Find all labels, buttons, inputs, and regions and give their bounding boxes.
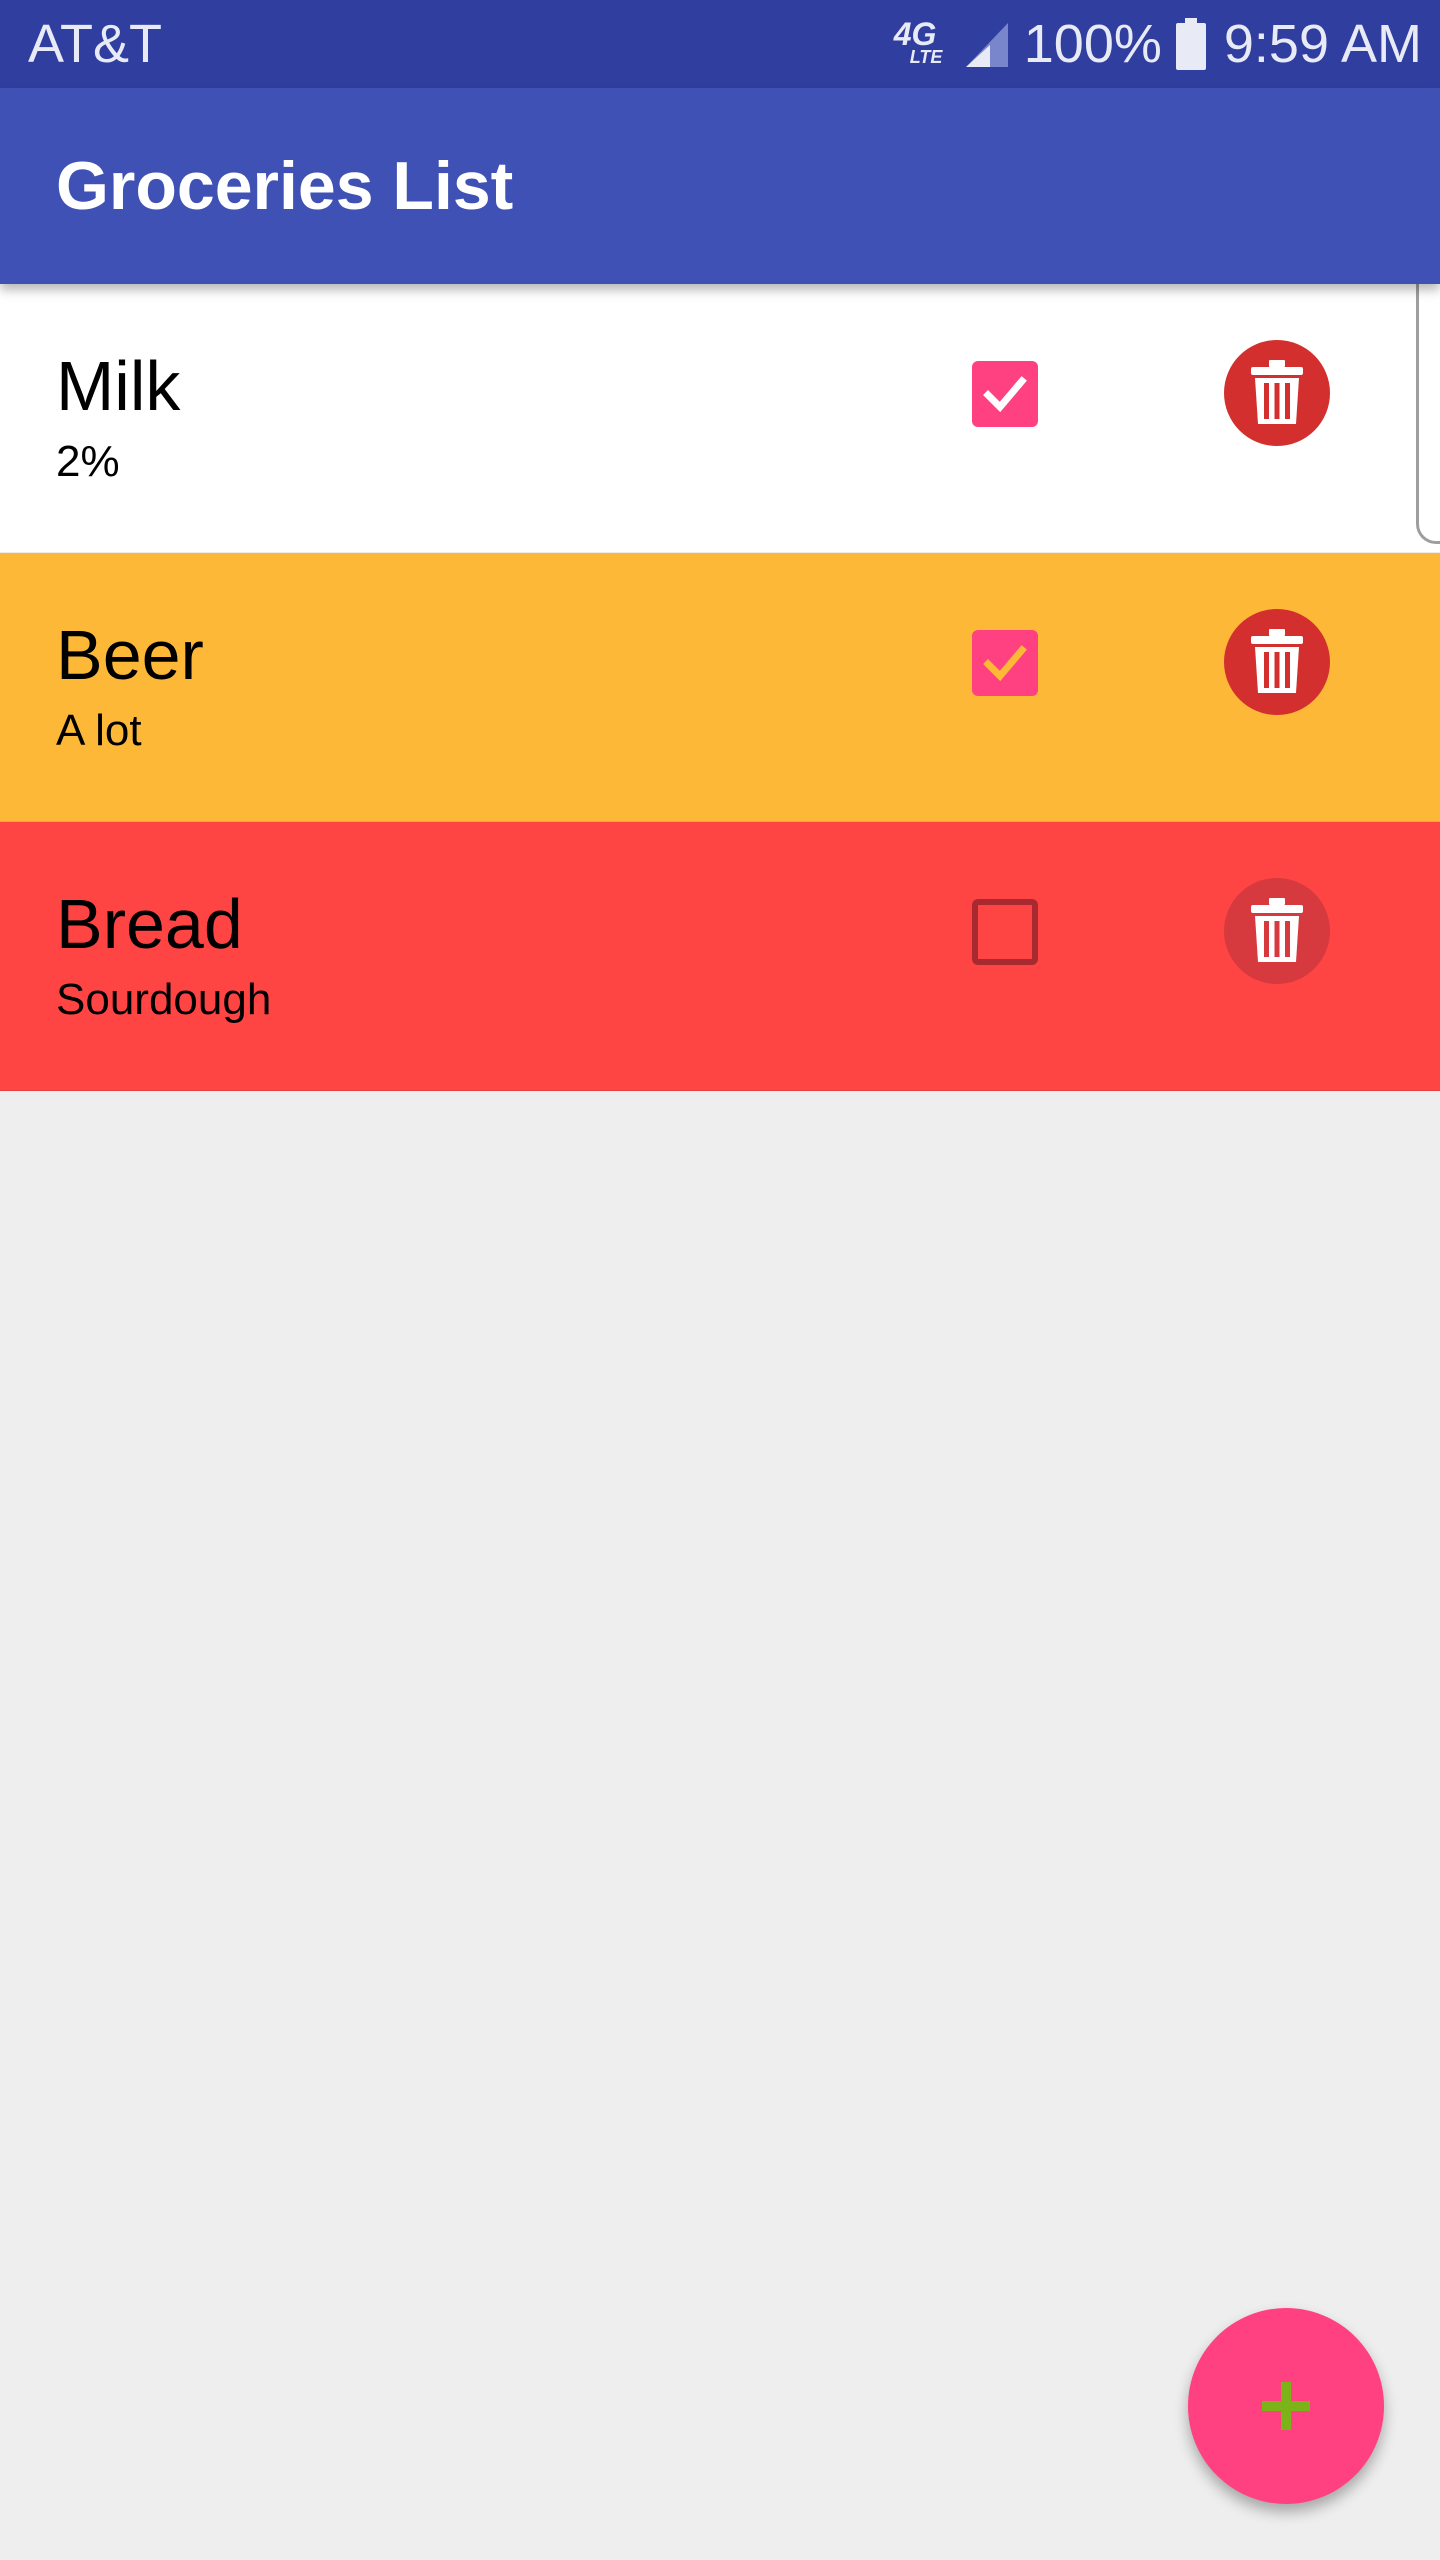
- status-bar: AT&T 4G LTE 100% 9:59 AM: [0, 0, 1440, 88]
- carrier-label: AT&T: [28, 14, 162, 74]
- item-description: 2%: [56, 437, 120, 486]
- item-checkbox[interactable]: [972, 899, 1038, 965]
- page-title: Groceries List: [56, 148, 514, 224]
- clock: 9:59 AM: [1223, 14, 1422, 74]
- network-subtype-label: LTE: [909, 47, 943, 67]
- list-item[interactable]: Beer A lot: [0, 553, 1440, 822]
- list-item[interactable]: Milk 2%: [0, 284, 1440, 553]
- item-checkbox[interactable]: [972, 361, 1038, 427]
- delete-button[interactable]: [1224, 878, 1330, 984]
- item-description: A lot: [56, 706, 142, 755]
- status-indicators: 4G LTE 100% 9:59 AM: [894, 14, 1422, 74]
- trash-icon: [1251, 629, 1303, 693]
- network-type-label: 4G: [893, 16, 937, 52]
- item-name: Bread: [56, 885, 243, 963]
- trash-icon: [1251, 898, 1303, 962]
- battery-percent: 100%: [1023, 14, 1162, 74]
- list-item[interactable]: Bread Sourdough: [0, 822, 1440, 1091]
- delete-button[interactable]: [1224, 609, 1330, 715]
- app-bar: Groceries List: [0, 88, 1440, 284]
- checkmark-icon: [983, 376, 1027, 413]
- plus-icon: [1262, 2382, 1310, 2430]
- delete-button[interactable]: [1224, 340, 1330, 446]
- item-name: Milk: [56, 347, 181, 425]
- trash-icon: [1251, 360, 1303, 424]
- item-checkbox[interactable]: [972, 630, 1038, 696]
- add-item-button[interactable]: [1188, 2308, 1384, 2504]
- item-description: Sourdough: [56, 975, 272, 1024]
- signal-icon: [965, 23, 1008, 67]
- battery-icon: [1175, 18, 1206, 70]
- groceries-list: Milk 2% Beer A lot Bread Sourdough: [0, 284, 1440, 1091]
- checkmark-icon: [983, 645, 1027, 682]
- 4g-lte-icon: 4G LTE: [894, 16, 950, 72]
- item-name: Beer: [56, 616, 204, 694]
